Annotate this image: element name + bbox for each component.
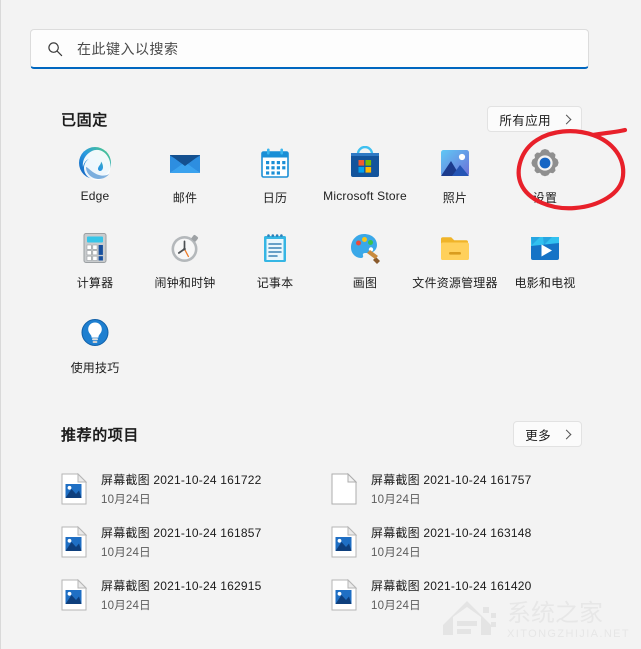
- search-bar[interactable]: 在此键入以搜索: [30, 29, 589, 69]
- recommended-item[interactable]: 屏幕截图 2021-10-24 161757 10月24日: [321, 462, 591, 515]
- pinned-app-label: 闹钟和时钟: [154, 276, 216, 290]
- file-explorer-icon: [438, 231, 472, 265]
- pinned-app-tile[interactable]: 计算器: [50, 223, 140, 308]
- pinned-app-label: 使用技巧: [70, 361, 120, 375]
- recommended-item-name: 屏幕截图 2021-10-24 163148: [371, 525, 532, 540]
- recommended-item-text: 屏幕截图 2021-10-24 161722 10月24日: [101, 471, 262, 507]
- pinned-app-tile[interactable]: 设置: [500, 138, 590, 223]
- search-placeholder-text: 在此键入以搜索: [77, 40, 179, 57]
- tips-bulb-icon: [78, 316, 112, 350]
- recommended-item-text: 屏幕截图 2021-10-24 163148 10月24日: [371, 524, 532, 560]
- recommended-item-date: 10月24日: [371, 599, 421, 612]
- blank-file-icon: [331, 472, 358, 505]
- pinned-app-label: 电影和电视: [514, 276, 576, 290]
- pinned-section-header: 已固定 所有应用: [61, 106, 582, 132]
- recommended-item-text: 屏幕截图 2021-10-24 161857 10月24日: [101, 524, 262, 560]
- recommended-item-name: 屏幕截图 2021-10-24 161857: [101, 525, 262, 540]
- recommended-section-header: 推荐的项目 更多: [61, 421, 582, 447]
- recommended-item-date: 10月24日: [371, 493, 421, 506]
- recommended-item-text: 屏幕截图 2021-10-24 161420 10月24日: [371, 577, 532, 613]
- pinned-app-tile[interactable]: Microsoft Store: [320, 138, 410, 223]
- image-file-icon: [61, 525, 88, 558]
- recommended-item[interactable]: 屏幕截图 2021-10-24 161420 10月24日: [321, 568, 591, 621]
- recommended-item[interactable]: 屏幕截图 2021-10-24 161722 10月24日: [51, 462, 321, 515]
- pinned-app-tile[interactable]: 画图: [320, 223, 410, 308]
- search-input-container[interactable]: 在此键入以搜索: [30, 29, 589, 69]
- photos-icon: [438, 146, 472, 180]
- image-file-icon: [61, 472, 88, 505]
- microsoft-store-icon: [348, 145, 382, 180]
- pinned-app-tile[interactable]: 文件资源管理器: [410, 223, 500, 308]
- chevron-right-icon: [561, 429, 572, 439]
- pinned-app-label: 邮件: [172, 191, 198, 205]
- recommended-item-date: 10月24日: [101, 599, 151, 612]
- recommended-item-date: 10月24日: [371, 546, 421, 559]
- edge-icon: [78, 146, 112, 180]
- recommended-item[interactable]: 屏幕截图 2021-10-24 163148 10月24日: [321, 515, 591, 568]
- pinned-app-label: 设置: [532, 191, 558, 205]
- pinned-app-tile[interactable]: 记事本: [230, 223, 320, 308]
- recommended-items-list: 屏幕截图 2021-10-24 161722 10月24日 屏幕截图 2021-1…: [51, 462, 591, 621]
- paint-icon: [348, 231, 382, 265]
- calculator-icon: [78, 231, 112, 265]
- pinned-app-tile[interactable]: 邮件: [140, 138, 230, 223]
- pinned-app-tile[interactable]: 照片: [410, 138, 500, 223]
- pinned-app-label: 画图: [352, 276, 378, 290]
- settings-gear-icon: [528, 146, 562, 180]
- pinned-app-label: 日历: [262, 191, 288, 205]
- pinned-app-label: 文件资源管理器: [412, 276, 498, 290]
- all-apps-button[interactable]: 所有应用: [487, 106, 582, 132]
- all-apps-label: 所有应用: [499, 113, 551, 128]
- pinned-app-tile[interactable]: 电影和电视: [500, 223, 590, 308]
- calendar-icon: [258, 146, 292, 180]
- pinned-apps-grid: Edge 邮件 日历 Microsoft Store 照片 设置 计算器 闹钟和…: [50, 138, 590, 393]
- pinned-app-tile[interactable]: Edge: [50, 138, 140, 223]
- recommended-item-date: 10月24日: [101, 493, 151, 506]
- search-icon: [47, 41, 63, 57]
- pinned-app-tile[interactable]: 闹钟和时钟: [140, 223, 230, 308]
- notepad-icon: [258, 231, 292, 265]
- pinned-app-label: Edge: [80, 189, 110, 203]
- recommended-item-text: 屏幕截图 2021-10-24 162915 10月24日: [101, 577, 262, 613]
- recommended-item-date: 10月24日: [101, 546, 151, 559]
- recommended-item-text: 屏幕截图 2021-10-24 161757 10月24日: [371, 471, 532, 507]
- recommended-item-name: 屏幕截图 2021-10-24 161722: [101, 472, 262, 487]
- recommended-item[interactable]: 屏幕截图 2021-10-24 161857 10月24日: [51, 515, 321, 568]
- mail-icon: [168, 146, 202, 180]
- movies-tv-icon: [528, 231, 562, 265]
- recommended-item-name: 屏幕截图 2021-10-24 161420: [371, 578, 532, 593]
- chevron-right-icon: [561, 114, 572, 124]
- image-file-icon: [61, 578, 88, 611]
- pinned-app-tile[interactable]: 使用技巧: [50, 308, 140, 393]
- more-button[interactable]: 更多: [513, 421, 582, 447]
- recommended-title: 推荐的项目: [61, 426, 140, 444]
- recommended-item-name: 屏幕截图 2021-10-24 161757: [371, 472, 532, 487]
- pinned-app-label: Microsoft Store: [323, 189, 407, 203]
- recommended-item[interactable]: 屏幕截图 2021-10-24 162915 10月24日: [51, 568, 321, 621]
- watermark-url-text: XITONGZHIJIA.NET: [507, 628, 630, 640]
- pinned-app-label: 照片: [442, 191, 468, 205]
- pinned-app-label: 记事本: [256, 276, 294, 290]
- pinned-app-tile[interactable]: 日历: [230, 138, 320, 223]
- start-menu-panel: 在此键入以搜索 已固定 所有应用 Edge 邮件 日历 Microsoft St…: [0, 0, 641, 649]
- image-file-icon: [331, 525, 358, 558]
- more-label: 更多: [525, 428, 551, 443]
- image-file-icon: [331, 578, 358, 611]
- recommended-item-name: 屏幕截图 2021-10-24 162915: [101, 578, 262, 593]
- alarms-clock-icon: [168, 231, 202, 265]
- pinned-app-label: 计算器: [76, 276, 114, 290]
- pinned-title: 已固定: [61, 111, 108, 129]
